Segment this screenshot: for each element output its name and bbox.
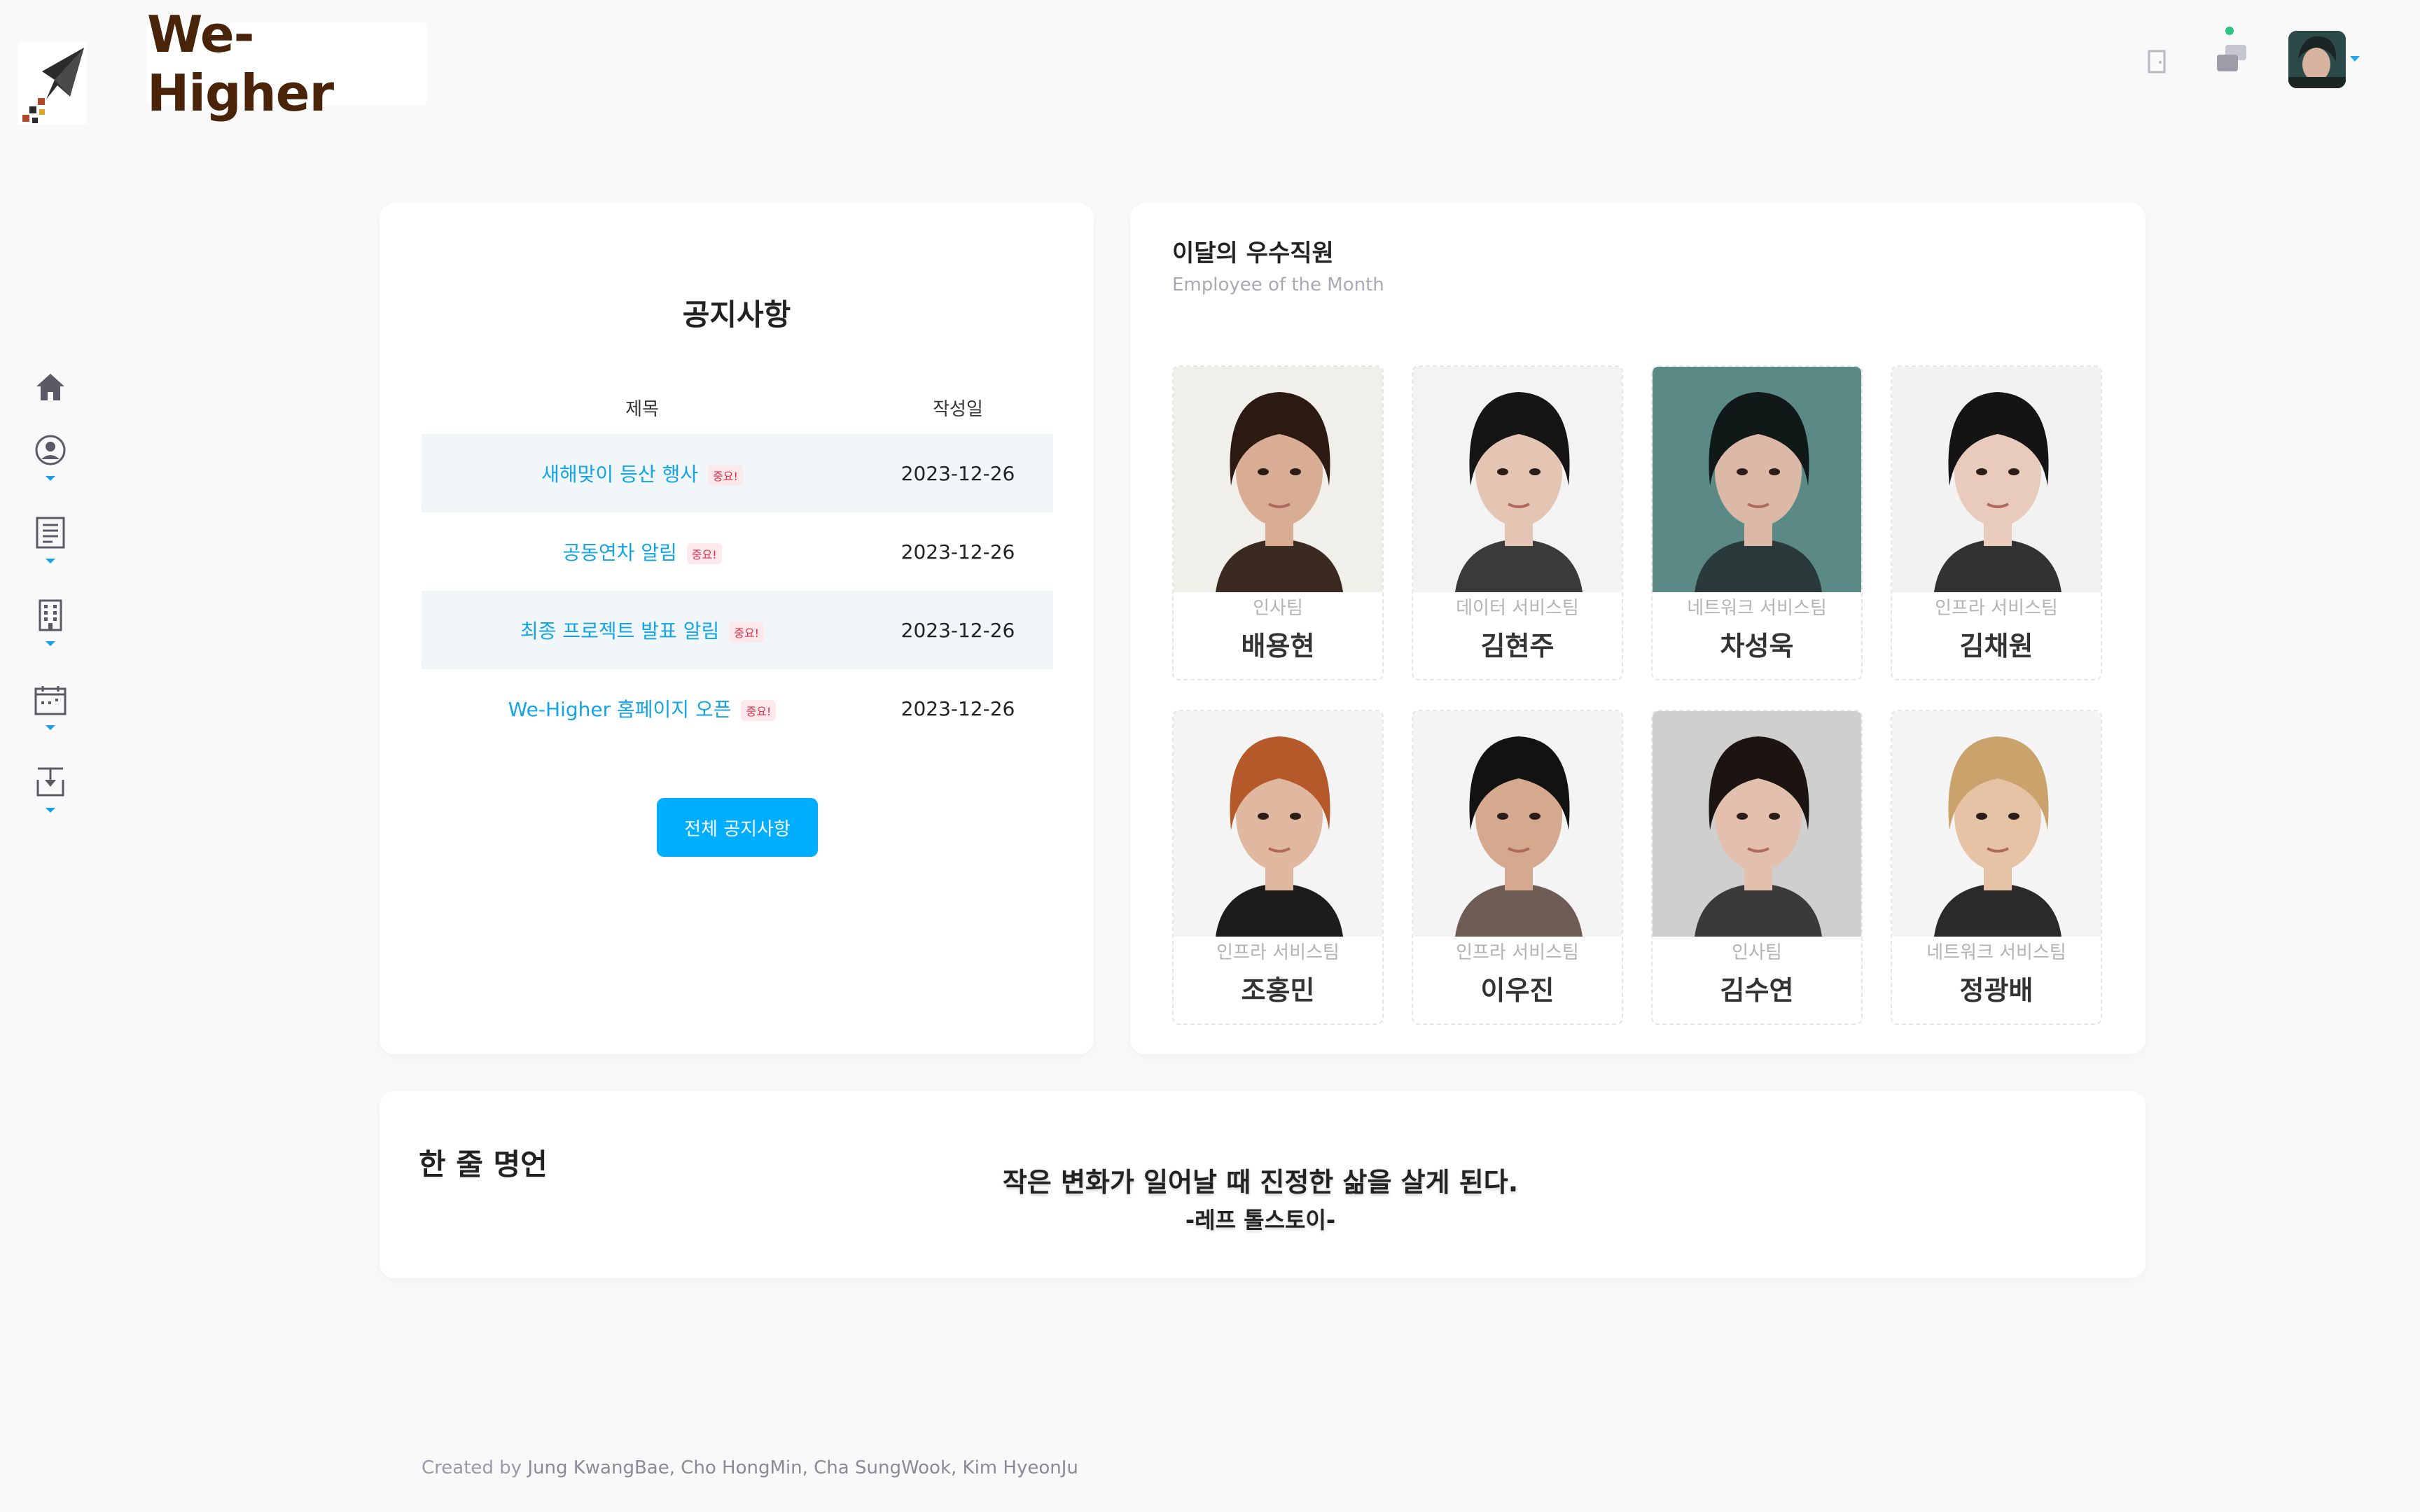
column-title-header: 제목 (625, 398, 659, 420)
all-notices-button[interactable]: 전체 공지사항 (657, 798, 818, 857)
employee-name: 조홍민 (1241, 975, 1315, 1006)
employee-team: 인프라 서비스팀 (1935, 598, 2058, 619)
footer-prefix: Created by (422, 1457, 528, 1478)
employee-name: 김현주 (1480, 631, 1555, 662)
notice-row[interactable]: 공동연차 알림 중요! 2023-12-26 (422, 512, 1053, 591)
notice-date: 2023-12-26 (900, 618, 1015, 642)
download-box-icon (36, 767, 64, 797)
important-badge: 중요! (686, 543, 722, 564)
notice-link[interactable]: 공동연차 알림 중요! (422, 538, 863, 566)
chevron-down-icon (46, 725, 55, 730)
brand-name: We-Higher (147, 5, 334, 122)
employee-card[interactable]: 인프라 서비스팀조홍민 (1172, 710, 1384, 1025)
employee-name: 이우진 (1480, 975, 1555, 1006)
notice-title-text[interactable]: 최종 프로젝트 발표 알림 (520, 620, 719, 643)
avatar-dropdown-caret[interactable] (2350, 56, 2360, 62)
employee-card[interactable]: 인사팀배용현 (1172, 365, 1384, 680)
sidebar-item-calendar[interactable] (31, 685, 70, 730)
quote-author: -레프 톨스토이- (1185, 1207, 1336, 1233)
notice-date: 2023-12-26 (900, 461, 1015, 485)
notice-title-text[interactable]: We-Higher 홈페이지 오픈 (508, 698, 732, 721)
employee-name: 김수연 (1720, 975, 1794, 1006)
quote-text: 작은 변화가 일어날 때 진정한 삶을 살게 된다. (1002, 1167, 1519, 1198)
notice-row[interactable]: 새해맞이 등산 행사 중요! 2023-12-26 (422, 434, 1053, 512)
notice-link[interactable]: 새해맞이 등산 행사 중요! (422, 459, 863, 487)
quote-label: 한 줄 명언 (419, 1147, 548, 1182)
employee-card[interactable]: 데이터 서비스팀김현주 (1412, 365, 1623, 680)
important-badge: 중요! (729, 622, 765, 643)
employee-team: 인사팀 (1253, 598, 1303, 619)
employee-photo (1653, 711, 1861, 937)
sidebar-item-home[interactable] (31, 372, 70, 402)
notice-date: 2023-12-26 (900, 696, 1015, 720)
notice-row[interactable]: We-Higher 홈페이지 오픈 중요! 2023-12-26 (422, 669, 1053, 748)
notice-row[interactable]: 최종 프로젝트 발표 알림 중요! 2023-12-26 (422, 591, 1053, 669)
employee-name: 정광배 (1959, 975, 2033, 1006)
notice-date: 2023-12-26 (900, 540, 1015, 564)
important-badge: 중요! (741, 700, 777, 721)
online-status-dot (2225, 27, 2234, 35)
notice-link[interactable]: We-Higher 홈페이지 오픈 중요! (422, 694, 863, 722)
employee-team: 네트워크 서비스팀 (1926, 942, 2066, 963)
employee-name: 차성욱 (1720, 631, 1794, 662)
notice-title-text[interactable]: 공동연차 알림 (562, 541, 676, 564)
employee-section-subtitle: Employee of the Month (1172, 274, 1384, 295)
chevron-down-icon (46, 641, 55, 646)
employee-photo (1653, 367, 1861, 592)
brand-logo[interactable]: We-Higher (147, 5, 427, 122)
employee-photo (1892, 367, 2101, 592)
chat-bubbles-icon[interactable] (2213, 42, 2251, 76)
employee-name: 배용현 (1241, 631, 1315, 662)
home-icon (36, 374, 64, 400)
notice-link[interactable]: 최종 프로젝트 발표 알림 중요! (422, 616, 863, 644)
footer-credits: Created by Jung KwangBae, Cho HongMin, C… (422, 1457, 1078, 1478)
employee-section-title: 이달의 우수직원 (1172, 239, 1334, 267)
employee-card[interactable]: 네트워크 서비스팀정광배 (1891, 710, 2102, 1025)
employee-photo (1174, 367, 1382, 592)
employee-card[interactable]: 인프라 서비스팀김채원 (1891, 365, 2102, 680)
paper-plane-icon[interactable] (18, 42, 87, 125)
document-icon (36, 517, 65, 549)
employee-team: 데이터 서비스팀 (1456, 598, 1579, 619)
user-circle-icon (35, 435, 66, 465)
employee-team: 네트워크 서비스팀 (1687, 598, 1827, 619)
sidebar-item-documents[interactable] (31, 517, 70, 564)
column-date-header: 작성일 (933, 398, 983, 420)
employee-photo (1892, 711, 2101, 937)
employee-photo (1413, 367, 1622, 592)
sidebar-item-organization[interactable] (31, 599, 70, 646)
user-avatar[interactable] (2288, 31, 2346, 88)
employee-photo (1413, 711, 1622, 937)
chevron-down-icon (46, 476, 55, 481)
sidebar-item-profile[interactable] (31, 434, 70, 481)
employee-card[interactable]: 인사팀김수연 (1651, 710, 1863, 1025)
building-icon (39, 599, 62, 631)
employee-team: 인프라 서비스팀 (1456, 942, 1579, 963)
employee-name: 김채원 (1959, 631, 2033, 662)
employee-photo (1174, 711, 1382, 937)
footer-names: Jung KwangBae, Cho HongMin, Cha SungWook… (527, 1457, 1078, 1478)
chevron-down-icon (46, 808, 55, 813)
calendar-icon (34, 686, 67, 715)
notice-title: 공지사항 (682, 298, 791, 332)
exit-door-icon[interactable] (2147, 49, 2168, 74)
notice-title-text[interactable]: 새해맞이 등산 행사 (541, 463, 698, 486)
employee-team: 인사팀 (1732, 942, 1782, 963)
employee-team: 인프라 서비스팀 (1216, 942, 1340, 963)
chevron-down-icon (46, 559, 55, 564)
sidebar-item-download[interactable] (31, 766, 70, 813)
notice-table-header: 제목 작성일 (422, 382, 1053, 433)
important-badge: 중요! (708, 465, 743, 486)
employee-card[interactable]: 네트워크 서비스팀차성욱 (1651, 365, 1863, 680)
employee-card[interactable]: 인프라 서비스팀이우진 (1412, 710, 1623, 1025)
